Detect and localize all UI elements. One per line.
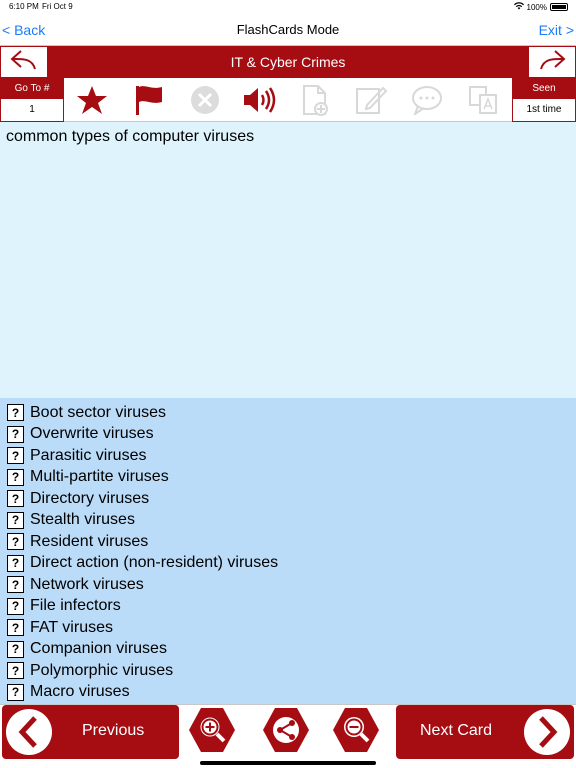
previous-label: Previous xyxy=(82,722,145,739)
chevron-right-icon xyxy=(524,709,570,755)
reveal-question-icon[interactable]: ? xyxy=(7,490,24,508)
reveal-question-icon[interactable]: ? xyxy=(7,404,24,422)
reveal-question-icon[interactable]: ? xyxy=(7,554,24,572)
previous-category-button[interactable] xyxy=(0,46,48,78)
next-card-button[interactable]: Next Card xyxy=(396,705,574,759)
star-icon[interactable] xyxy=(75,84,109,116)
answer-item[interactable]: ? Directory viruses xyxy=(0,488,576,510)
answer-text: Network viruses xyxy=(30,575,144,593)
wifi-icon xyxy=(513,2,524,12)
previous-button[interactable]: Previous xyxy=(2,705,179,759)
status-right: 100% xyxy=(513,2,568,12)
translate-icon[interactable] xyxy=(466,84,500,116)
answer-text: Direct action (non-resident) viruses xyxy=(30,554,279,572)
answer-item[interactable]: ? Overwrite viruses xyxy=(0,424,576,446)
share-button[interactable] xyxy=(260,707,312,757)
status-date: Fri Oct 9 xyxy=(42,2,73,11)
navigation-bar: FlashCards Mode < Back Exit > xyxy=(0,14,576,46)
answer-item[interactable]: ? Multi-partite viruses xyxy=(0,467,576,489)
category-title: IT & Cyber Crimes xyxy=(230,54,346,70)
answer-text: Multi-partite viruses xyxy=(30,468,169,486)
zoom-out-button[interactable] xyxy=(330,707,382,757)
next-card-label: Next Card xyxy=(420,722,493,739)
answer-text: Overwrite viruses xyxy=(30,425,154,443)
page-title: FlashCards Mode xyxy=(236,22,340,37)
answer-text: FAT viruses xyxy=(30,618,113,636)
delete-icon[interactable] xyxy=(188,84,222,116)
answer-text: Boot sector viruses xyxy=(30,403,167,421)
reveal-question-icon[interactable]: ? xyxy=(7,468,24,486)
reveal-question-icon[interactable]: ? xyxy=(7,662,24,680)
answer-item[interactable]: ? Polymorphic viruses xyxy=(0,660,576,682)
bottom-bar: Previous Next Card xyxy=(0,704,576,760)
answer-item[interactable]: ? Macro viruses xyxy=(0,682,576,704)
reveal-question-icon[interactable]: ? xyxy=(7,597,24,615)
answer-text: Macro viruses xyxy=(30,683,130,701)
battery-icon xyxy=(550,3,568,11)
answer-item[interactable]: ? Resident viruses xyxy=(0,531,576,553)
seen-label: Seen xyxy=(513,79,575,99)
reveal-question-icon[interactable]: ? xyxy=(7,640,24,658)
answer-text: Resident viruses xyxy=(30,532,149,550)
reveal-question-icon[interactable]: ? xyxy=(7,619,24,637)
reveal-question-icon[interactable]: ? xyxy=(7,447,24,465)
add-card-icon[interactable] xyxy=(298,84,332,116)
question-text: common types of computer viruses xyxy=(6,128,255,145)
status-time: 6:10 PM xyxy=(9,2,39,11)
answer-text: Companion viruses xyxy=(30,640,167,658)
question-panel: common types of computer viruses xyxy=(0,122,576,398)
answer-text: Directory viruses xyxy=(30,489,150,507)
answer-item[interactable]: ? Stealth viruses xyxy=(0,510,576,532)
answer-item[interactable]: ? Boot sector viruses xyxy=(0,402,576,424)
go-to-value: 1 xyxy=(29,104,35,115)
undo-arrow-icon xyxy=(10,49,38,76)
reveal-question-icon[interactable]: ? xyxy=(7,533,24,551)
flag-icon[interactable] xyxy=(132,84,166,116)
comment-icon[interactable] xyxy=(410,84,444,116)
answer-text: Parasitic viruses xyxy=(30,446,147,464)
share-icon xyxy=(261,706,311,759)
reveal-question-icon[interactable]: ? xyxy=(7,683,24,701)
back-button[interactable]: < Back xyxy=(2,22,45,38)
redo-arrow-icon xyxy=(538,49,566,76)
answer-item[interactable]: ? Direct action (non-resident) viruses xyxy=(0,553,576,575)
go-to-button[interactable]: Go To # 1 xyxy=(0,78,64,122)
reveal-question-icon[interactable]: ? xyxy=(7,425,24,443)
zoom-in-icon xyxy=(187,706,237,759)
edit-icon[interactable] xyxy=(354,84,388,116)
answer-list: ? Boot sector viruses? Overwrite viruses? P… xyxy=(0,398,576,703)
battery-percent: 100% xyxy=(526,2,547,12)
reveal-question-icon[interactable]: ? xyxy=(7,511,24,529)
go-to-label: Go To # xyxy=(1,79,63,99)
answer-text: Stealth viruses xyxy=(30,511,135,529)
answer-item[interactable]: ? Network viruses xyxy=(0,574,576,596)
exit-button[interactable]: Exit > xyxy=(539,22,574,38)
seen-value: 1st time xyxy=(526,104,562,115)
answer-item[interactable]: ? FAT viruses xyxy=(0,617,576,639)
answer-item[interactable]: ? File infectors xyxy=(0,596,576,618)
zoom-out-icon xyxy=(331,706,381,759)
answer-text: File infectors xyxy=(30,597,121,615)
category-bar: IT & Cyber Crimes xyxy=(0,46,576,78)
answer-item[interactable]: ? Companion viruses xyxy=(0,639,576,661)
answer-item[interactable]: ? Parasitic viruses xyxy=(0,445,576,467)
zoom-in-button[interactable] xyxy=(186,707,238,757)
answer-panel: ? Boot sector viruses? Overwrite viruses? P… xyxy=(0,398,576,704)
home-indicator[interactable] xyxy=(200,761,376,765)
seen-indicator: Seen 1st time xyxy=(512,78,576,122)
speaker-icon[interactable] xyxy=(242,84,276,116)
answer-text: Polymorphic viruses xyxy=(30,661,174,679)
chevron-left-icon xyxy=(6,709,52,755)
reveal-question-icon[interactable]: ? xyxy=(7,576,24,594)
next-category-button[interactable] xyxy=(528,46,576,78)
card-toolbar: Go To # 1 Seen 1st time xyxy=(0,78,576,122)
status-bar: 6:10 PM Fri Oct 9 100% xyxy=(0,0,576,14)
